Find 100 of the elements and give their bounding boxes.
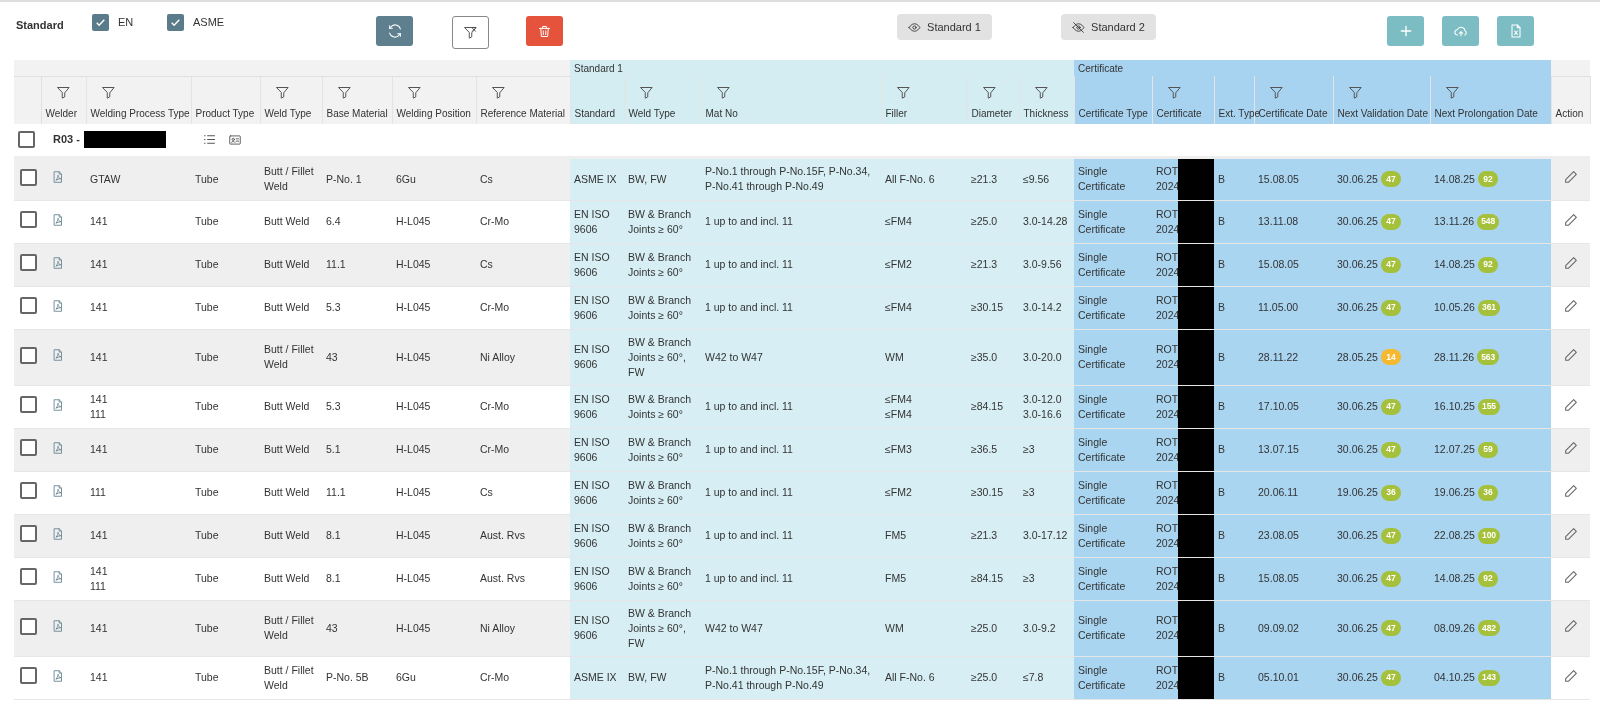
- table-cell: Butt Weld: [260, 514, 322, 557]
- pencil-icon[interactable]: [1563, 396, 1580, 413]
- filter-icon[interactable]: [895, 85, 911, 100]
- pencil-icon[interactable]: [1563, 568, 1580, 585]
- checkbox[interactable]: [20, 482, 37, 499]
- table-cell: ≤FM2: [881, 471, 967, 514]
- pencil-icon[interactable]: [1563, 525, 1580, 542]
- pencil-icon[interactable]: [1563, 667, 1580, 684]
- pdf-file-icon[interactable]: [51, 397, 65, 412]
- pdf-file-icon[interactable]: [51, 619, 65, 633]
- filter-icon[interactable]: [638, 85, 654, 100]
- pdf-file-icon[interactable]: [51, 170, 65, 184]
- checkbox[interactable]: [20, 667, 37, 684]
- checkbox[interactable]: [20, 254, 37, 271]
- filter-icon[interactable]: [406, 85, 422, 100]
- pencil-icon[interactable]: [1563, 618, 1580, 634]
- redaction-bar: [1178, 243, 1215, 286]
- day-count-badge: 92: [1477, 171, 1498, 187]
- table-cell: Cr-Mo: [476, 385, 570, 428]
- filter-icon[interactable]: [336, 85, 352, 100]
- table-cell: ≥25.0: [967, 600, 1019, 656]
- checkbox[interactable]: [20, 617, 37, 635]
- view-toggle-button[interactable]: Standard 2: [1061, 14, 1156, 40]
- filter-icon[interactable]: [1347, 85, 1363, 100]
- pdf-file-icon[interactable]: [51, 348, 65, 362]
- table-cell: P-No. 5B: [322, 656, 392, 699]
- table-cell: Ni Alloy: [476, 329, 570, 385]
- table-cell: 1 up to and incl. 11: [701, 385, 881, 428]
- pencil-icon[interactable]: [1563, 347, 1580, 363]
- table-cell: Butt / Fillet Weld: [260, 157, 322, 200]
- table-cell: Ni Alloy: [476, 600, 570, 656]
- column-header[interactable]: Mat No: [705, 106, 738, 121]
- table-cell: 13.07.15: [1254, 428, 1334, 471]
- pdf-file-icon[interactable]: [51, 483, 65, 498]
- checkbox[interactable]: [18, 131, 35, 149]
- checkbox[interactable]: [20, 439, 37, 456]
- delete-button[interactable]: [526, 16, 563, 46]
- pdf-file-icon[interactable]: [51, 298, 65, 313]
- pdf-file-icon[interactable]: [51, 212, 65, 227]
- checkbox[interactable]: [20, 211, 37, 228]
- checkbox[interactable]: [167, 14, 184, 31]
- table-cell: ≥30.15: [967, 471, 1019, 514]
- pdf-file-icon[interactable]: [51, 668, 65, 683]
- table-cell: Tube: [191, 471, 260, 514]
- pencil-icon[interactable]: [1563, 211, 1580, 228]
- checkbox[interactable]: [20, 525, 37, 542]
- pencil-icon[interactable]: [1563, 169, 1580, 185]
- table-cell: Single Certificate: [1074, 600, 1153, 656]
- filter-icon[interactable]: [100, 85, 116, 100]
- table-cell: ASME IX: [570, 656, 624, 699]
- checkbox[interactable]: [20, 346, 37, 364]
- filter-icon[interactable]: [1166, 85, 1182, 100]
- table-cell: All F-No. 6: [881, 157, 967, 200]
- table-cell: BW & Branch Joints ≥ 60°: [624, 557, 701, 600]
- pencil-icon[interactable]: [1563, 482, 1580, 499]
- redaction-bar: [1178, 385, 1215, 428]
- column-header[interactable]: Weld Type: [628, 106, 676, 121]
- table-cell: B: [1214, 514, 1255, 557]
- view-toggle-button[interactable]: Standard 1: [897, 14, 992, 40]
- table-cell: Tube: [191, 656, 260, 699]
- date-text: 30.06.25: [1337, 300, 1378, 315]
- pdf-file-icon[interactable]: [51, 440, 65, 455]
- pencil-icon[interactable]: [1563, 254, 1580, 271]
- table-cell: ≤FM4: [881, 200, 967, 243]
- pdf-file-icon[interactable]: [51, 526, 65, 541]
- pdf-file-icon[interactable]: [51, 255, 65, 270]
- filter-icon[interactable]: [1268, 85, 1284, 100]
- table-cell: 5.1: [322, 428, 392, 471]
- checkbox[interactable]: [20, 396, 37, 413]
- table-cell: 6.4: [322, 200, 392, 243]
- filter-icon[interactable]: [490, 85, 506, 100]
- clear-filter-button[interactable]: [452, 16, 489, 49]
- pdf-file-icon[interactable]: [51, 569, 65, 584]
- table-cell: 28.11.22: [1254, 329, 1334, 385]
- table-cell: Single Certificate: [1074, 514, 1153, 557]
- filter-icon[interactable]: [274, 85, 290, 100]
- table-cell: Tube: [191, 286, 260, 329]
- column-header[interactable]: Filler: [885, 106, 908, 121]
- filter-icon[interactable]: [1444, 85, 1460, 100]
- day-count-badge: 47: [1380, 527, 1401, 544]
- checkbox[interactable]: [20, 297, 37, 314]
- filter-icon[interactable]: [1033, 85, 1049, 100]
- filter-icon[interactable]: [981, 85, 997, 100]
- checkbox[interactable]: [20, 168, 37, 186]
- table-cell: BW & Branch Joints ≥ 60°: [624, 286, 701, 329]
- pencil-icon[interactable]: [1563, 439, 1580, 456]
- day-count-badge: 92: [1477, 570, 1498, 587]
- refresh-button[interactable]: [376, 16, 413, 46]
- checkbox[interactable]: [20, 568, 37, 585]
- filter-icon[interactable]: [715, 85, 731, 100]
- pencil-icon[interactable]: [1563, 297, 1580, 314]
- filter-icon[interactable]: [55, 85, 71, 100]
- table-cell: 1 up to and incl. 11: [701, 243, 881, 286]
- table-cell: 141 111: [86, 385, 191, 428]
- checkbox[interactable]: [92, 14, 109, 31]
- day-count-badge: 92: [1477, 256, 1498, 273]
- table-cell: 141: [86, 243, 191, 286]
- table-cell: BW & Branch Joints ≥ 60°: [624, 385, 701, 428]
- id-card-icon[interactable]: [227, 132, 242, 147]
- table-cell: 11.05.00: [1254, 286, 1334, 329]
